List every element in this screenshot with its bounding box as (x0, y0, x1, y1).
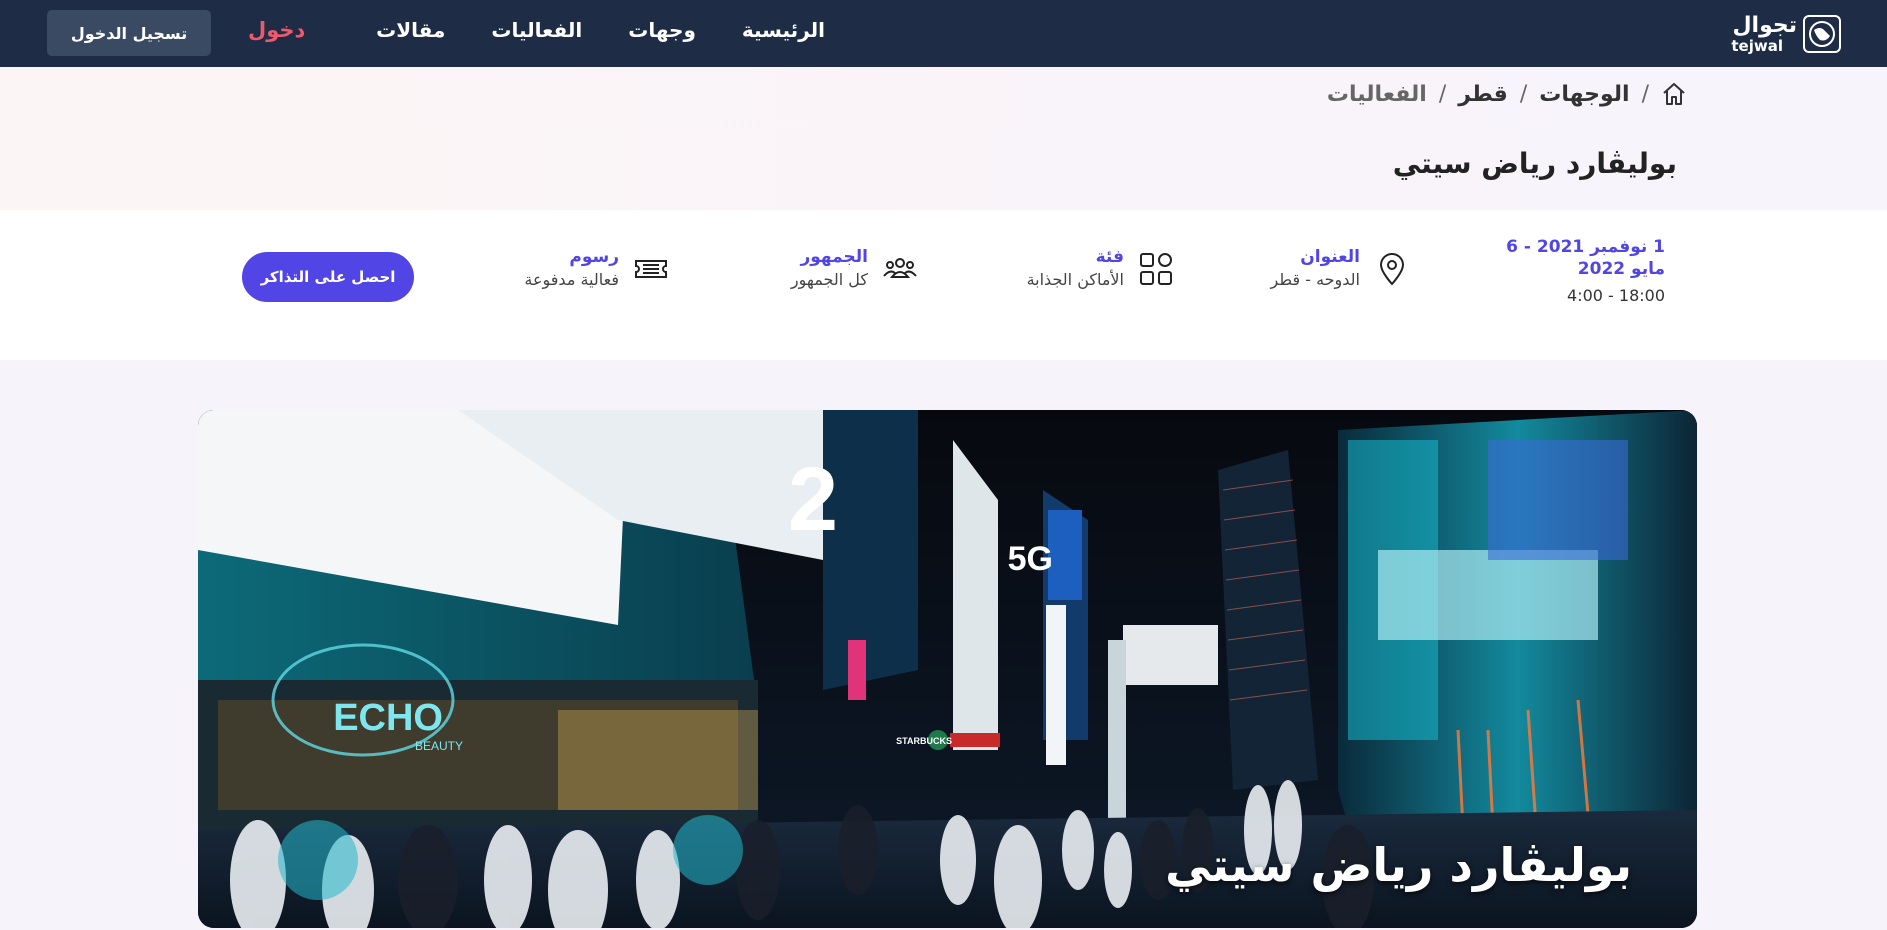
page-header: / الوجهات / قطر / الفعاليات بوليڤارد ريا… (0, 67, 1887, 210)
page-title: بوليڤارد رياض سيتي (1392, 147, 1677, 180)
fees-value: فعالية مدفوعة (524, 270, 619, 289)
category-value: الأماكن الجذابة (1026, 270, 1124, 289)
event-date-range: 1 نوفمبر 2021 - 6 مايو 2022 (1506, 237, 1665, 279)
info-audience: الجمهور كل الجمهور (791, 246, 918, 292)
main-nav: الرئيسية وجهات الفعاليات مقالات (376, 18, 825, 42)
breadcrumb-separator: / (1641, 81, 1649, 107)
globe-icon (1803, 15, 1841, 53)
grid-icon (1138, 251, 1174, 287)
logo-english-text: tejwal (1731, 37, 1783, 55)
get-tickets-button[interactable]: احصل على التذاكر (242, 252, 414, 302)
info-category: فئة الأماكن الجذابة (1027, 246, 1174, 292)
nav-link-home[interactable]: الرئيسية (742, 18, 825, 42)
starbucks-sign: STARBUCKS (896, 736, 952, 746)
login-link[interactable]: دخول (248, 18, 305, 42)
breadcrumb-separator: / (1519, 81, 1528, 107)
tejwal-logo[interactable]: تجوال tejwal (1721, 13, 1841, 55)
event-hero-image: ECHO BEAUTY 2 5G STARBUCKS بوليڤارد رياض… (198, 410, 1697, 928)
address-label: العنوان (1300, 247, 1360, 267)
hero-caption: بوليڤارد رياض سيتي (1165, 838, 1632, 892)
people-icon (882, 251, 918, 287)
top-navbar: تجوال tejwal الرئيسية وجهات الفعاليات مق… (0, 0, 1887, 67)
category-label: فئة (1095, 247, 1124, 267)
breadcrumb-destinations[interactable]: الوجهات (1539, 82, 1629, 107)
logo-arabic-text: تجوال (1732, 13, 1798, 38)
echo-sign: ECHO (333, 697, 443, 739)
audience-value: كل الجمهور (790, 270, 868, 289)
location-pin-icon (1374, 251, 1410, 287)
nav-link-events[interactable]: الفعاليات (491, 18, 582, 42)
info-fees: رسوم فعالية مدفوعة (524, 246, 669, 292)
beauty-sign: BEAUTY (415, 739, 463, 753)
event-info-bar: 1 نوفمبر 2021 - 6 مايو 2022 4:00 - 18:00… (0, 210, 1887, 360)
breadcrumb-current: الفعاليات (1326, 81, 1427, 107)
home-icon[interactable] (1661, 81, 1687, 107)
event-time: 4:00 - 18:00 (1567, 286, 1665, 305)
breadcrumb-qatar[interactable]: قطر (1458, 82, 1508, 107)
breadcrumb-separator: / (1438, 81, 1447, 107)
register-button[interactable]: تسجيل الدخول (47, 10, 211, 56)
audience-label: الجمهور (800, 247, 868, 267)
fees-label: رسوم (569, 247, 619, 267)
number-2-sign: 2 (788, 450, 838, 550)
address-value: الدوحه - قطر (1270, 270, 1360, 289)
breadcrumb: / الوجهات / قطر / الفعاليات (1327, 81, 1687, 107)
5g-sign: 5G (1008, 540, 1053, 578)
nav-link-destinations[interactable]: وجهات (628, 18, 696, 42)
ticket-icon (633, 251, 669, 287)
info-address: العنوان الدوحه - قطر (1271, 246, 1410, 292)
event-dates: 1 نوفمبر 2021 - 6 مايو 2022 4:00 - 18:00 (1475, 236, 1665, 305)
nav-link-articles[interactable]: مقالات (376, 18, 445, 42)
